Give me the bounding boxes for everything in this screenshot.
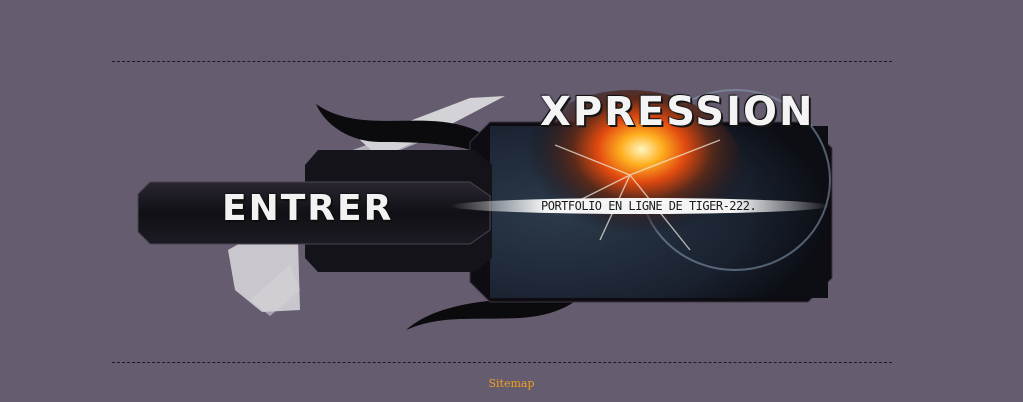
footer: Sitemap <box>0 377 1023 390</box>
bottom-divider <box>112 362 892 363</box>
splash-banner[interactable] <box>0 0 1023 402</box>
site-title: XPRESSION <box>540 89 815 135</box>
sitemap-link[interactable]: Sitemap <box>488 377 534 390</box>
enter-button[interactable]: ENTRER <box>222 191 393 227</box>
page: XPRESSION ENTRER PORTFOLIO EN LIGNE DE T… <box>0 0 1023 402</box>
tagline: PORTFOLIO EN LIGNE DE TIGER-222. <box>541 199 757 213</box>
